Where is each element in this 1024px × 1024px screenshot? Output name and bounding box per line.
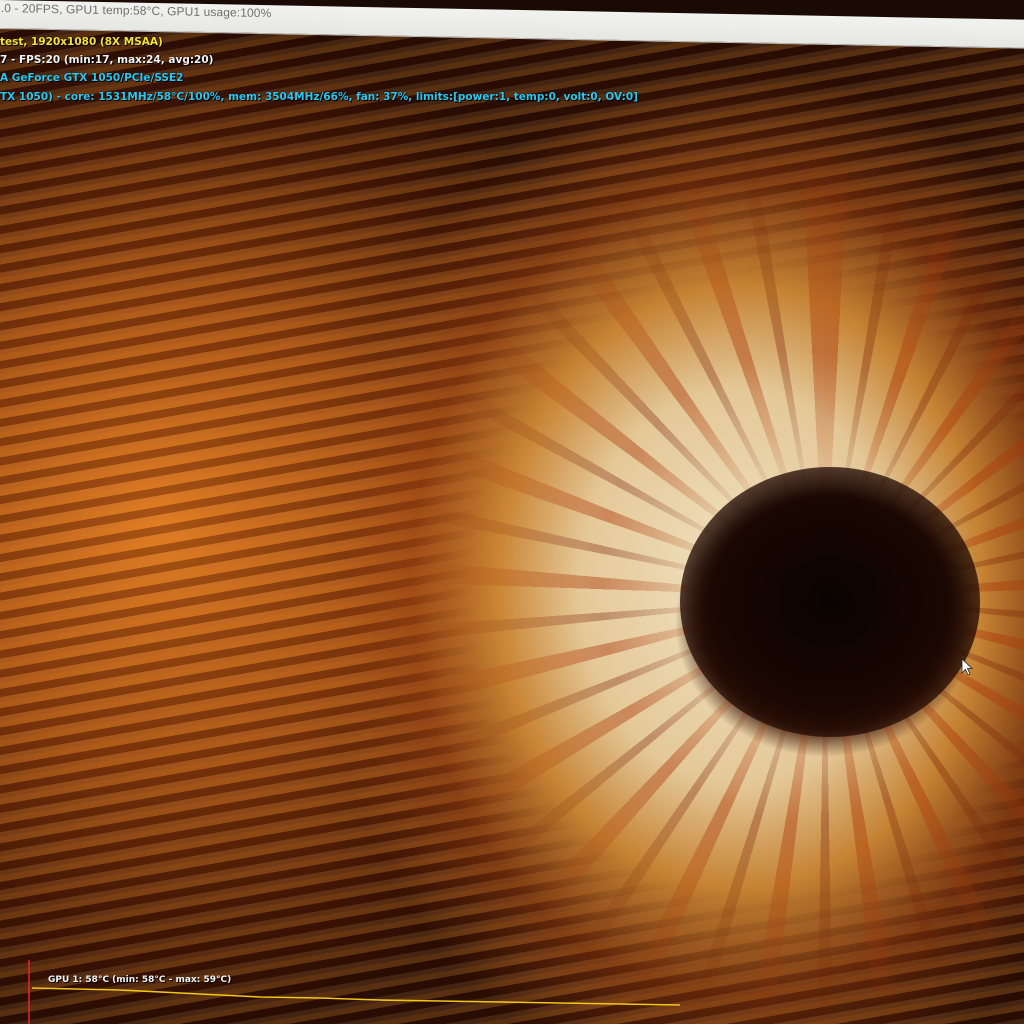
gpu-temp-line <box>31 987 681 1006</box>
mouse-pointer-icon <box>961 658 974 676</box>
pupil <box>680 467 980 737</box>
benchmark-render-viewport[interactable] <box>0 27 1024 1024</box>
osd-renderer: A GeForce GTX 1050/PCIe/SSE2 <box>0 72 184 84</box>
osd-test-info: test, 1920x1080 (8X MSAA) <box>0 36 163 48</box>
window-title: 3.0 - 20FPS, GPU1 temp:58°C, GPU1 usage:… <box>0 0 272 21</box>
osd-gpu-stats: TX 1050) - core: 1531MHz/58°C/100%, mem:… <box>0 91 638 103</box>
gpu-temp-label: GPU 1: 58°C (min: 58°C - max: 59°C) <box>48 975 232 985</box>
gpu-temp-graph <box>28 960 681 1024</box>
osd-fps-stats: 7 - FPS:20 (min:17, max:24, avg:20) <box>0 54 214 66</box>
